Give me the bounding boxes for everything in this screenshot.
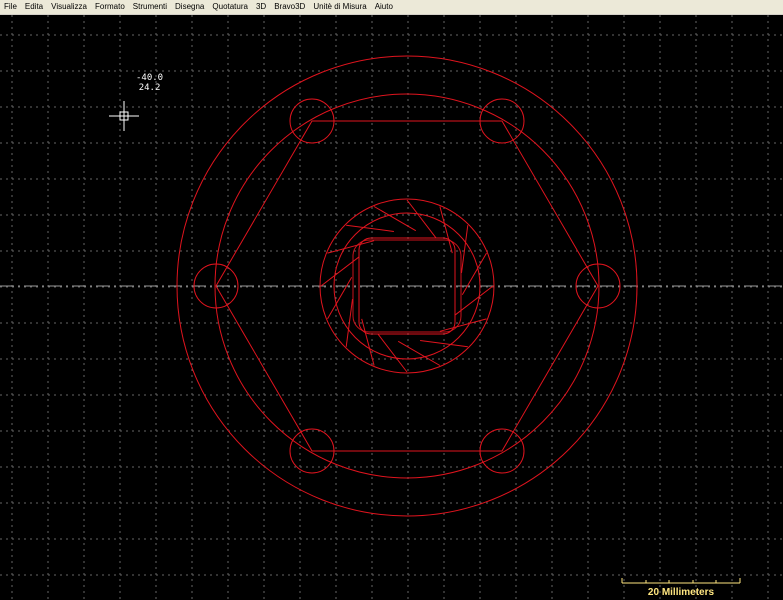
menu-file[interactable]: File	[0, 0, 21, 14]
menu-formato[interactable]: Formato	[91, 0, 129, 14]
menu-bar: File Edita Visualizza Formato Strumenti …	[0, 0, 783, 15]
hub-blade	[345, 299, 353, 347]
hub-blade	[439, 206, 453, 254]
hub-blade	[454, 285, 494, 316]
hub-blade	[320, 256, 360, 287]
hub-blade	[461, 225, 469, 273]
hub-blade	[461, 252, 487, 296]
hub-blade	[327, 276, 353, 320]
menu-bravo3d[interactable]: Bravo3D	[270, 0, 309, 14]
hub-blade	[406, 199, 437, 239]
hub-blades	[320, 199, 494, 373]
scale-bar-label: 20 Millimeters	[647, 587, 715, 598]
crosshair-cursor	[109, 101, 139, 131]
hub-blade	[439, 318, 487, 332]
drawing-canvas[interactable]	[0, 15, 783, 600]
menu-edita[interactable]: Edita	[21, 0, 47, 14]
hub-blade	[397, 340, 441, 366]
menu-disegna[interactable]: Disegna	[171, 0, 208, 14]
hub-blade	[377, 333, 408, 373]
menu-quotatura[interactable]: Quotatura	[208, 0, 252, 14]
menu-unita-di-misura[interactable]: Unitè di Misura	[309, 0, 370, 14]
cursor-y-value: 24.2	[138, 83, 161, 93]
hub-blade	[373, 206, 417, 232]
hub-blade	[346, 224, 394, 232]
cursor-coordinate-readout: -40.0 24.2	[136, 73, 163, 93]
cursor-x-value: -40.0	[136, 73, 164, 83]
menu-visualizza[interactable]: Visualizza	[47, 0, 91, 14]
menu-strumenti[interactable]: Strumenti	[129, 0, 171, 14]
menu-aiuto[interactable]: Aiuto	[371, 0, 397, 14]
grid	[0, 15, 783, 600]
scale-bar	[621, 578, 741, 584]
menu-3d[interactable]: 3D	[252, 0, 270, 14]
